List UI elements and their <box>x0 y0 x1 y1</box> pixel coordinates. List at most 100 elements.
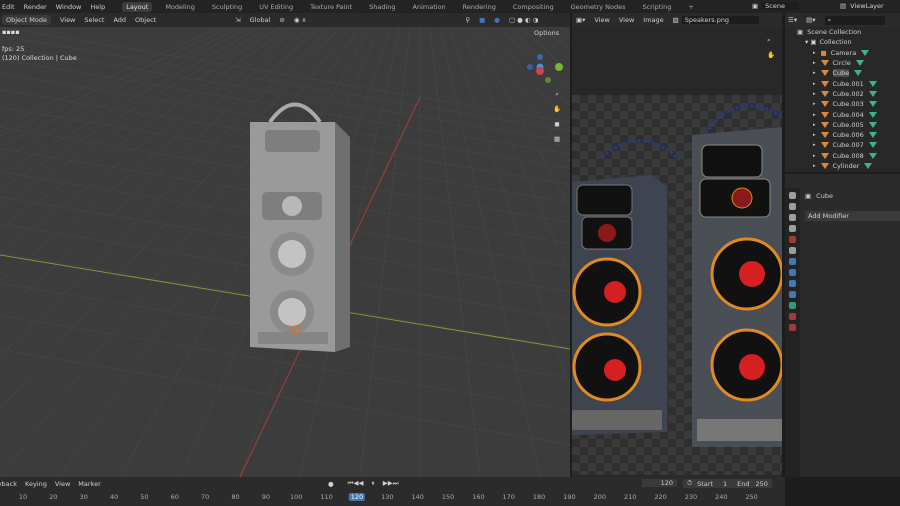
tab-texture-paint[interactable]: Texture Paint <box>306 2 356 12</box>
collection-row[interactable]: ▾ ▣ Collection <box>785 37 900 47</box>
modifier-icon[interactable] <box>868 90 877 97</box>
properties-tab-icon[interactable] <box>789 269 796 276</box>
filter-icon[interactable]: ▤▾ <box>806 16 815 24</box>
ie-zoom-icon[interactable]: ⌕ <box>767 33 775 48</box>
properties-tab-icon[interactable] <box>789 247 796 254</box>
outliner-item[interactable]: ▸ Cube.004 <box>785 109 900 119</box>
ie-menu-view[interactable]: View <box>619 16 634 24</box>
playback-controls[interactable]: ● ⏮◀◀ ⏸ ▶▶⏭ <box>328 479 399 488</box>
expand-icon[interactable]: ▸ <box>813 163 816 169</box>
end-field[interactable]: 250 <box>755 480 767 488</box>
outliner-item[interactable]: ▸ Cube.007 <box>785 140 900 150</box>
display-mode-icon[interactable]: ☰▾ <box>788 16 797 24</box>
outliner-item[interactable]: ▸ Cube.002 <box>785 89 900 99</box>
expand-icon[interactable]: ▸ <box>813 70 816 76</box>
image-name-field[interactable]: Speakers.png <box>681 16 760 24</box>
outliner-search[interactable]: ⌕ <box>824 15 885 25</box>
grid-view-icon[interactable]: ▦ <box>553 132 561 147</box>
expand-icon[interactable]: ▸ <box>813 50 816 56</box>
vp-menu-add[interactable]: Add <box>113 16 126 24</box>
modifier-icon[interactable] <box>868 142 877 149</box>
expand-icon[interactable]: ▸ <box>813 101 816 107</box>
timeline-menu-marker[interactable]: Marker <box>78 480 100 488</box>
modifier-icon[interactable] <box>864 163 873 169</box>
tab-rendering[interactable]: Rendering <box>459 2 500 12</box>
expand-icon[interactable]: ▸ <box>813 122 816 128</box>
camera-icon[interactable]: ◼ <box>553 117 561 132</box>
image-editor[interactable]: ⌕ ✋ <box>572 27 782 477</box>
tab--[interactable]: + <box>684 2 697 12</box>
tab-modeling[interactable]: Modeling <box>161 2 199 12</box>
tab-uv-editing[interactable]: UV Editing <box>255 2 297 12</box>
outliner-item[interactable]: ▸ ■ Camera <box>785 48 900 58</box>
menu-window[interactable]: Window <box>56 3 82 11</box>
shading-icons[interactable]: ▢ ● ◐ ◑ <box>509 16 538 24</box>
snap-icon[interactable]: ⊘ <box>279 16 284 24</box>
view-layer-selector[interactable]: ▤ ViewLayer <box>840 2 893 10</box>
tab-animation[interactable]: Animation <box>409 2 450 12</box>
properties-tab-icon[interactable] <box>789 192 796 199</box>
modifier-icon[interactable] <box>868 111 877 118</box>
expand-icon[interactable]: ▸ <box>813 142 816 148</box>
ie-view-dropdown[interactable]: View <box>594 16 609 24</box>
timeline-menu-keying[interactable]: Keying <box>25 480 47 488</box>
menu-render[interactable]: Render <box>24 3 47 11</box>
editor-type-icon[interactable]: ▣▾ <box>576 16 585 24</box>
properties-tab-icon[interactable] <box>789 280 796 287</box>
mode-dropdown[interactable]: Object Mode <box>2 15 51 25</box>
properties-tab-icon[interactable] <box>789 225 796 232</box>
scene-collection-row[interactable]: ▣ Scene Collection <box>785 27 900 37</box>
options-dropdown[interactable]: Options <box>534 29 559 37</box>
outliner-item[interactable]: ▸ Cube.005 <box>785 120 900 130</box>
speaker-model[interactable] <box>250 102 350 353</box>
zoom-icon[interactable]: ⌕ <box>553 87 561 102</box>
navigation-gizmo[interactable] <box>527 54 563 83</box>
tab-layout[interactable]: Layout <box>122 1 153 12</box>
outliner-item[interactable]: ▸ Circle <box>785 58 900 68</box>
jump-start-icon[interactable]: ⏮◀◀ <box>348 479 364 488</box>
menu-help[interactable]: Help <box>90 3 105 11</box>
timeline-menu-view[interactable]: View <box>55 480 70 488</box>
ie-menu-image[interactable]: Image <box>643 16 663 24</box>
scene-selector[interactable]: ▣ Scene <box>752 2 808 10</box>
properties-tabs[interactable] <box>785 188 800 477</box>
outliner-item[interactable]: ▸ Cube.006 <box>785 130 900 140</box>
vp-menu-view[interactable]: View <box>60 16 75 24</box>
modifier-icon[interactable] <box>868 152 877 159</box>
outliner-item[interactable]: ▸ Cube.003 <box>785 99 900 109</box>
orientation-dropdown[interactable]: Global <box>250 16 271 24</box>
expand-icon[interactable]: ▸ <box>813 81 816 87</box>
expand-icon[interactable]: ▸ <box>813 112 816 118</box>
expand-icon[interactable]: ▸ <box>813 91 816 97</box>
outliner-item[interactable]: ▸ Cube.001 <box>785 78 900 88</box>
vp-menu-object[interactable]: Object <box>135 16 156 24</box>
gizmo-icon[interactable]: ⚲ <box>465 16 470 24</box>
ie-pan-icon[interactable]: ✋ <box>767 48 775 63</box>
modifier-icon[interactable] <box>854 70 863 77</box>
properties-tab-icon[interactable] <box>789 324 796 331</box>
nav-tools[interactable]: ⌕ ✋ ◼ ▦ <box>553 87 561 147</box>
outliner-item[interactable]: ▸ Cube.008 <box>785 151 900 161</box>
properties-tab-icon[interactable] <box>789 302 796 309</box>
expand-icon[interactable]: ▸ <box>813 132 816 138</box>
ie-nav-tools[interactable]: ⌕ ✋ <box>767 33 775 63</box>
modifier-icon[interactable] <box>861 49 870 56</box>
play-icon[interactable]: ▶▶⏭ <box>383 479 399 488</box>
properties-tab-icon[interactable] <box>789 313 796 320</box>
vp-menu-select[interactable]: Select <box>84 16 104 24</box>
outliner-item[interactable]: ▸ Cylinder <box>785 161 900 171</box>
3d-viewport[interactable]: ▪▪▪▪ fps: 25 (120) Collection | Cube Opt… <box>0 27 570 477</box>
modifier-icon[interactable] <box>868 132 877 139</box>
properties-tab-icon[interactable] <box>789 203 796 210</box>
modifier-icon[interactable] <box>868 80 877 87</box>
overlay-icon[interactable]: ■ <box>479 16 485 24</box>
tab-shading[interactable]: Shading <box>365 2 399 12</box>
tab-sculpting[interactable]: Sculpting <box>208 2 246 12</box>
pause-icon[interactable]: ⏸ <box>372 479 375 488</box>
menu-edit[interactable]: Edit <box>2 3 15 11</box>
start-field[interactable]: 1 <box>723 480 727 488</box>
outliner-item[interactable]: ▸ Cube <box>785 68 900 78</box>
properties-tab-icon[interactable] <box>789 214 796 221</box>
pan-icon[interactable]: ✋ <box>553 102 561 117</box>
properties-tab-icon[interactable] <box>789 236 796 243</box>
